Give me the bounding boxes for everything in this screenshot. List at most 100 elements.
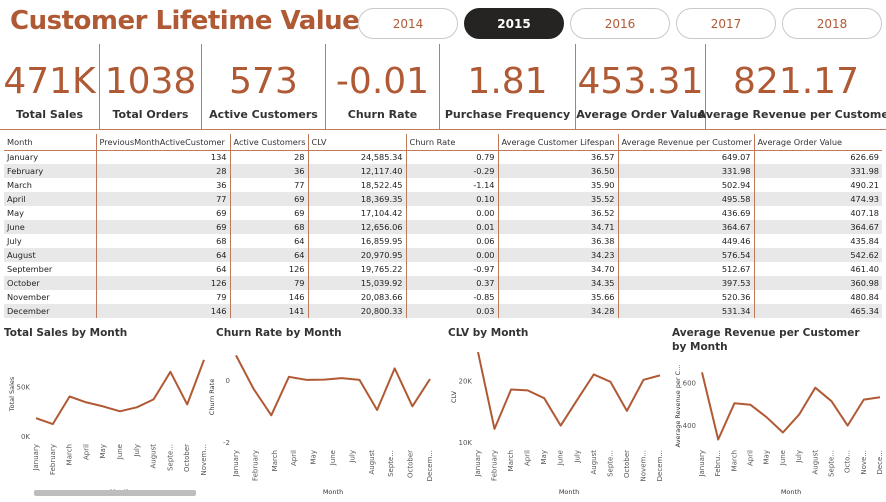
y-axis-label: Average Revenue per C...: [674, 365, 682, 448]
table-row[interactable]: December 146 141 20,800.33 0.03 34.28 531.34 46…: [4, 304, 882, 318]
x-tick-label: June: [329, 450, 337, 466]
x-tick-label: Nove...: [860, 450, 868, 475]
table-cell: 649.07: [618, 150, 755, 164]
table-cell: February: [4, 164, 97, 178]
table-cell: -0.29: [406, 164, 499, 178]
table-cell: 64: [230, 248, 309, 262]
table-cell: 512.67: [618, 262, 755, 276]
table-cell: 34.71: [498, 220, 619, 234]
chart-churn-rate-by-month: Churn Rate by Month 0 -2 Churn Rate January…: [208, 326, 438, 502]
table-cell: 0.37: [406, 276, 499, 290]
table-cell: 146: [96, 304, 231, 318]
table-cell: April: [4, 192, 97, 206]
table-row[interactable]: March 36 77 18,522.45 -1.14 35.90 502.94 490.21: [4, 178, 882, 192]
table-cell: December: [4, 304, 97, 318]
x-tick-label: Novem...: [200, 444, 208, 475]
table-cell: 35.90: [498, 178, 619, 192]
x-tick-label: August: [811, 450, 819, 475]
table-cell: 364.67: [754, 220, 882, 234]
table-row[interactable]: May 69 69 17,104.42 0.00 36.52 436.69 407.18: [4, 206, 882, 220]
table-cell: 465.34: [754, 304, 882, 318]
table-cell: 64: [230, 234, 309, 248]
x-tick-label: Septe...: [166, 444, 174, 471]
table-cell: June: [4, 220, 97, 234]
table-row[interactable]: October 126 79 15,039.92 0.37 34.35 397.53 360.…: [4, 276, 882, 290]
x-axis-label: Month: [559, 488, 579, 496]
table-cell: 15,039.92: [308, 276, 407, 290]
x-tick-label: February: [491, 450, 499, 481]
x-tick-label: January: [698, 450, 706, 478]
column-header[interactable]: Churn Rate: [406, 134, 499, 151]
chart-churn-rate-svg: 0 -2 Churn Rate January February March April Ma…: [208, 354, 434, 496]
table-cell: August: [4, 248, 97, 262]
table-cell: 18,369.35: [308, 192, 407, 206]
table-cell: 0.00: [406, 206, 499, 220]
table-row[interactable]: April 77 69 18,369.35 0.10 35.52 495.58 474.93: [4, 192, 882, 206]
x-tick-label: May: [99, 444, 107, 458]
kpi-label: Churn Rate: [347, 108, 418, 121]
kpi-label: Active Customers: [209, 108, 318, 121]
x-tick-label: July: [348, 450, 356, 464]
x-tick-label: Febru...: [714, 450, 722, 476]
kpi-purchase-frequency: 1.81 Purchase Frequency: [440, 44, 576, 129]
table-cell: January: [4, 150, 97, 164]
table-cell: 36: [96, 178, 231, 192]
table-row[interactable]: November 79 146 20,083.66 -0.85 35.66 520.36 48…: [4, 290, 882, 304]
x-tick-label: March: [271, 450, 279, 471]
table-cell: 79: [96, 290, 231, 304]
table-cell: 68: [96, 234, 231, 248]
kpi-value: -0.01: [335, 61, 430, 102]
table-cell: 69: [96, 220, 231, 234]
series-line: [701, 372, 881, 441]
table-cell: 64: [96, 262, 231, 276]
table-cell: 12,656.06: [308, 220, 407, 234]
column-header[interactable]: Average Revenue per Customer: [618, 134, 755, 151]
kpi-value: 821.17: [733, 61, 859, 102]
table-cell: 141: [230, 304, 309, 318]
column-header[interactable]: PreviousMonthActiveCustomer: [96, 134, 231, 151]
table-cell: 19,765.22: [308, 262, 407, 276]
x-tick-label: July: [795, 450, 803, 464]
y-tick-label: 0: [226, 377, 230, 385]
table-cell: 0.03: [406, 304, 499, 318]
table-cell: 407.18: [850, 208, 879, 218]
table-row[interactable]: January 134 28 24,585.34 0.79 36.57 649.07 626.…: [4, 150, 882, 164]
table-cell: 495.58: [618, 192, 755, 206]
kpi-value: 573: [229, 61, 298, 102]
kpi-label: Total Orders: [112, 108, 189, 121]
monthly-metrics-table[interactable]: Month PreviousMonthActiveCustomer Active…: [4, 134, 884, 320]
kpi-value: 471K: [3, 61, 96, 102]
year-button-2017[interactable]: 2017: [676, 8, 776, 39]
kpi-row: 471K Total Sales 1038 Total Orders 573 A…: [0, 44, 886, 130]
x-tick-label: Octo...: [844, 450, 852, 473]
column-header[interactable]: CLV: [308, 134, 407, 151]
year-button-2014[interactable]: 2014: [358, 8, 458, 39]
kpi-label: Total Sales: [15, 108, 83, 121]
column-header[interactable]: Active Customers: [230, 134, 309, 151]
x-tick-label: August: [150, 444, 158, 469]
table-cell: 126: [230, 262, 309, 276]
year-button-2015[interactable]: 2015: [464, 8, 564, 39]
table-cell: 626.69: [850, 152, 879, 163]
y-tick-label: 10K: [459, 439, 473, 447]
chart-total-sales-svg: 0K 50KTotal Sales January February March Apri…: [8, 359, 208, 496]
table-row[interactable]: August 64 64 20,970.95 0.00 34.23 576.54 542.62: [4, 248, 882, 262]
horizontal-scrollbar[interactable]: [34, 490, 196, 496]
table-cell: 36.38: [498, 234, 619, 248]
kpi-total-orders: 1038 Total Orders: [100, 44, 202, 129]
table-cell: November: [4, 290, 97, 304]
column-header[interactable]: Month: [4, 134, 97, 151]
table-cell: 0.01: [406, 220, 499, 234]
table-cell: 20,970.95: [308, 248, 407, 262]
year-button-2016[interactable]: 2016: [570, 8, 670, 39]
table-row[interactable]: June 69 68 12,656.06 0.01 34.71 364.67 364.67: [4, 220, 882, 234]
table-row[interactable]: February 28 36 12,117.40 -0.29 36.50 331.98 331…: [4, 164, 882, 178]
table-row[interactable]: July 68 64 16,859.95 0.06 36.38 449.46 435.84: [4, 234, 882, 248]
table-cell: 461.40: [850, 264, 879, 274]
year-button-2018[interactable]: 2018: [782, 8, 882, 39]
table-row[interactable]: September 64 126 19,765.22 -0.97 34.70 512.67 4…: [4, 262, 882, 276]
column-header[interactable]: Average Customer Lifespan: [498, 134, 619, 151]
table-cell: 20,800.33: [308, 304, 407, 318]
kpi-label: Purchase Frequency: [444, 108, 571, 121]
column-header[interactable]: Average Order Value: [754, 134, 882, 151]
